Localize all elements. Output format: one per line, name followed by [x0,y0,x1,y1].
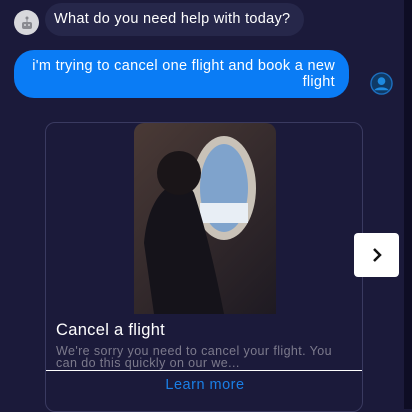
scrollbar-track [404,0,412,409]
bot-message: What do you need help with today? [45,3,305,36]
bot-avatar [14,10,39,35]
divider [46,370,362,371]
user-message: i'm trying to cancel one flight and book… [14,50,349,98]
robot-icon [21,16,32,29]
next-button[interactable] [354,233,399,277]
card-description: We're sorry you need to cancel your flig… [56,344,332,370]
user-avatar-icon [370,72,393,95]
card-title: Cancel a flight [56,321,166,339]
chevron-right-icon [372,248,382,262]
carousel-card: Cancel a flight We're sorry you need to … [45,122,363,412]
card-image [134,123,276,314]
learn-more-link[interactable]: Learn more [46,377,362,393]
